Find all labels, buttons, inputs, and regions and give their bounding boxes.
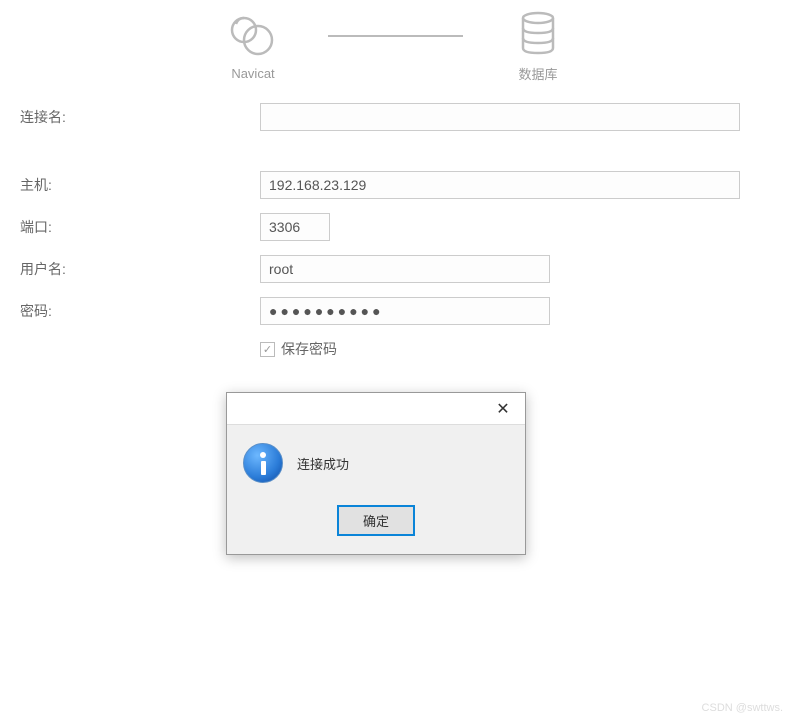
password-label: 密码:: [20, 301, 260, 321]
info-icon: [243, 443, 283, 483]
username-input[interactable]: [260, 255, 550, 283]
navicat-logo-icon: [228, 10, 278, 60]
port-input[interactable]: [260, 213, 330, 241]
host-input[interactable]: [260, 171, 740, 199]
message-dialog: ✕ 连接成功 确定: [226, 392, 526, 555]
navicat-label: Navicat: [231, 66, 274, 81]
host-label: 主机:: [20, 175, 260, 195]
save-password-label: 保存密码: [281, 339, 337, 359]
connection-name-input[interactable]: [260, 103, 740, 131]
database-icon: [513, 8, 563, 58]
username-label: 用户名:: [20, 259, 260, 279]
save-password-checkbox[interactable]: ✓: [260, 342, 275, 357]
connector-line: [328, 35, 463, 37]
watermark-text: CSDN @swttws.: [702, 702, 783, 714]
connection-name-label: 连接名:: [20, 107, 260, 127]
database-label: 数据库: [518, 64, 557, 83]
close-icon[interactable]: ✕: [481, 393, 525, 424]
ok-button[interactable]: 确定: [337, 505, 415, 536]
password-input[interactable]: [260, 297, 550, 325]
dialog-message: 连接成功: [297, 454, 349, 473]
port-label: 端口:: [20, 217, 260, 237]
